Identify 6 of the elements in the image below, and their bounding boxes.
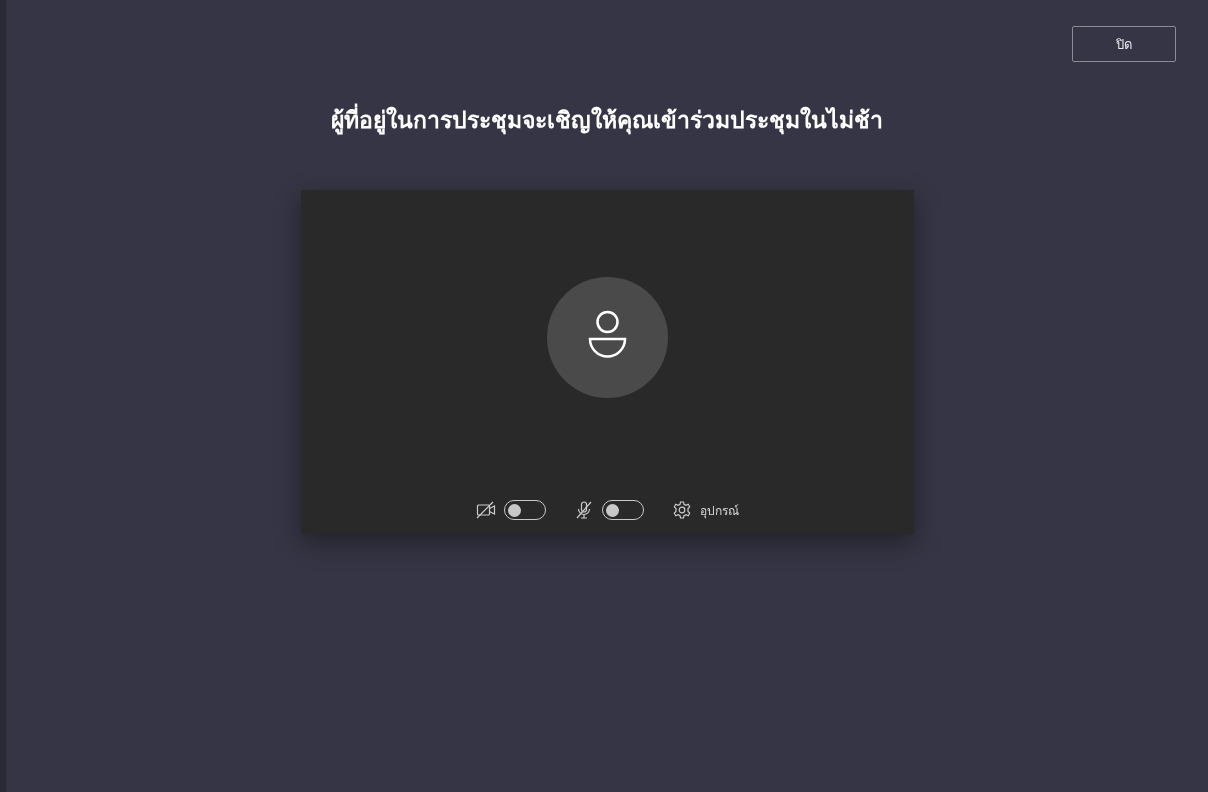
camera-off-icon	[475, 500, 496, 520]
waiting-message: ผู้ที่อยู่ในการประชุมจะเชิญให้คุณเข้าร่วมประชุมในไม่ช้า	[331, 102, 883, 138]
avatar-icon	[546, 277, 668, 398]
devices-link[interactable]: อุปกรณ์	[699, 500, 739, 520]
close-button[interactable]: ปิด	[1072, 26, 1176, 62]
settings-icon[interactable]	[671, 500, 692, 520]
